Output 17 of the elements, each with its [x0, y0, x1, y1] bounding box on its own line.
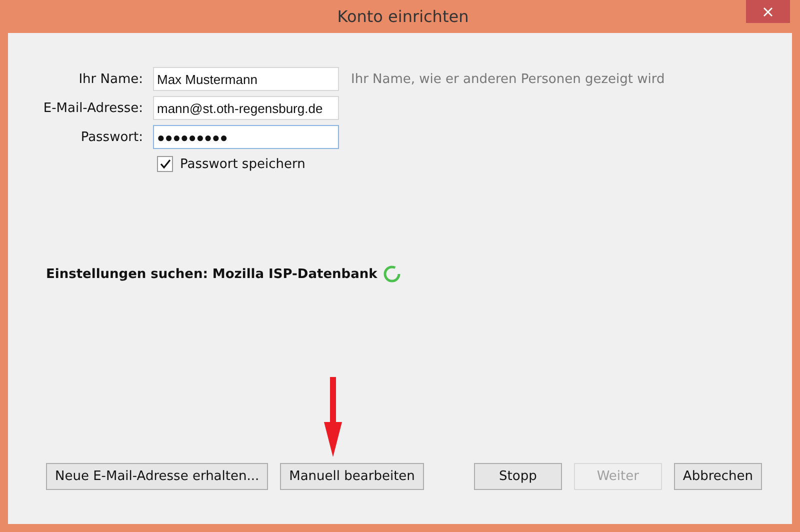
field-label: E-Mail-Adresse:: [42, 100, 143, 116]
dialog-button[interactable]: Abbrechen: [674, 463, 762, 490]
input-field[interactable]: mann@st.oth-regensburg.de: [153, 96, 339, 120]
dialog-button[interactable]: Stopp: [474, 463, 562, 490]
dialog-button[interactable]: Manuell bearbeiten: [280, 463, 424, 490]
status-text: Einstellungen suchen: Mozilla ISP-Datenbank: [46, 266, 378, 282]
field-label: Passwort:: [80, 130, 143, 144]
close-button[interactable]: [746, 0, 790, 23]
dialog-button[interactable]: Neue E-Mail-Adresse erhalten...: [46, 463, 268, 490]
input-field[interactable]: ●●●●●●●●●: [153, 125, 339, 149]
window-title: Konto einrichten: [337, 7, 469, 26]
close-icon: [763, 6, 773, 16]
hint-text: Ihr Name, wie er anderen Personen gezeigt wird: [351, 72, 666, 86]
input-field[interactable]: Max Mustermann: [153, 67, 339, 91]
checkbox-label[interactable]: Passwort speichern: [180, 156, 306, 172]
checkbox[interactable]: [157, 156, 173, 172]
field-label: Ihr Name:: [78, 72, 143, 86]
